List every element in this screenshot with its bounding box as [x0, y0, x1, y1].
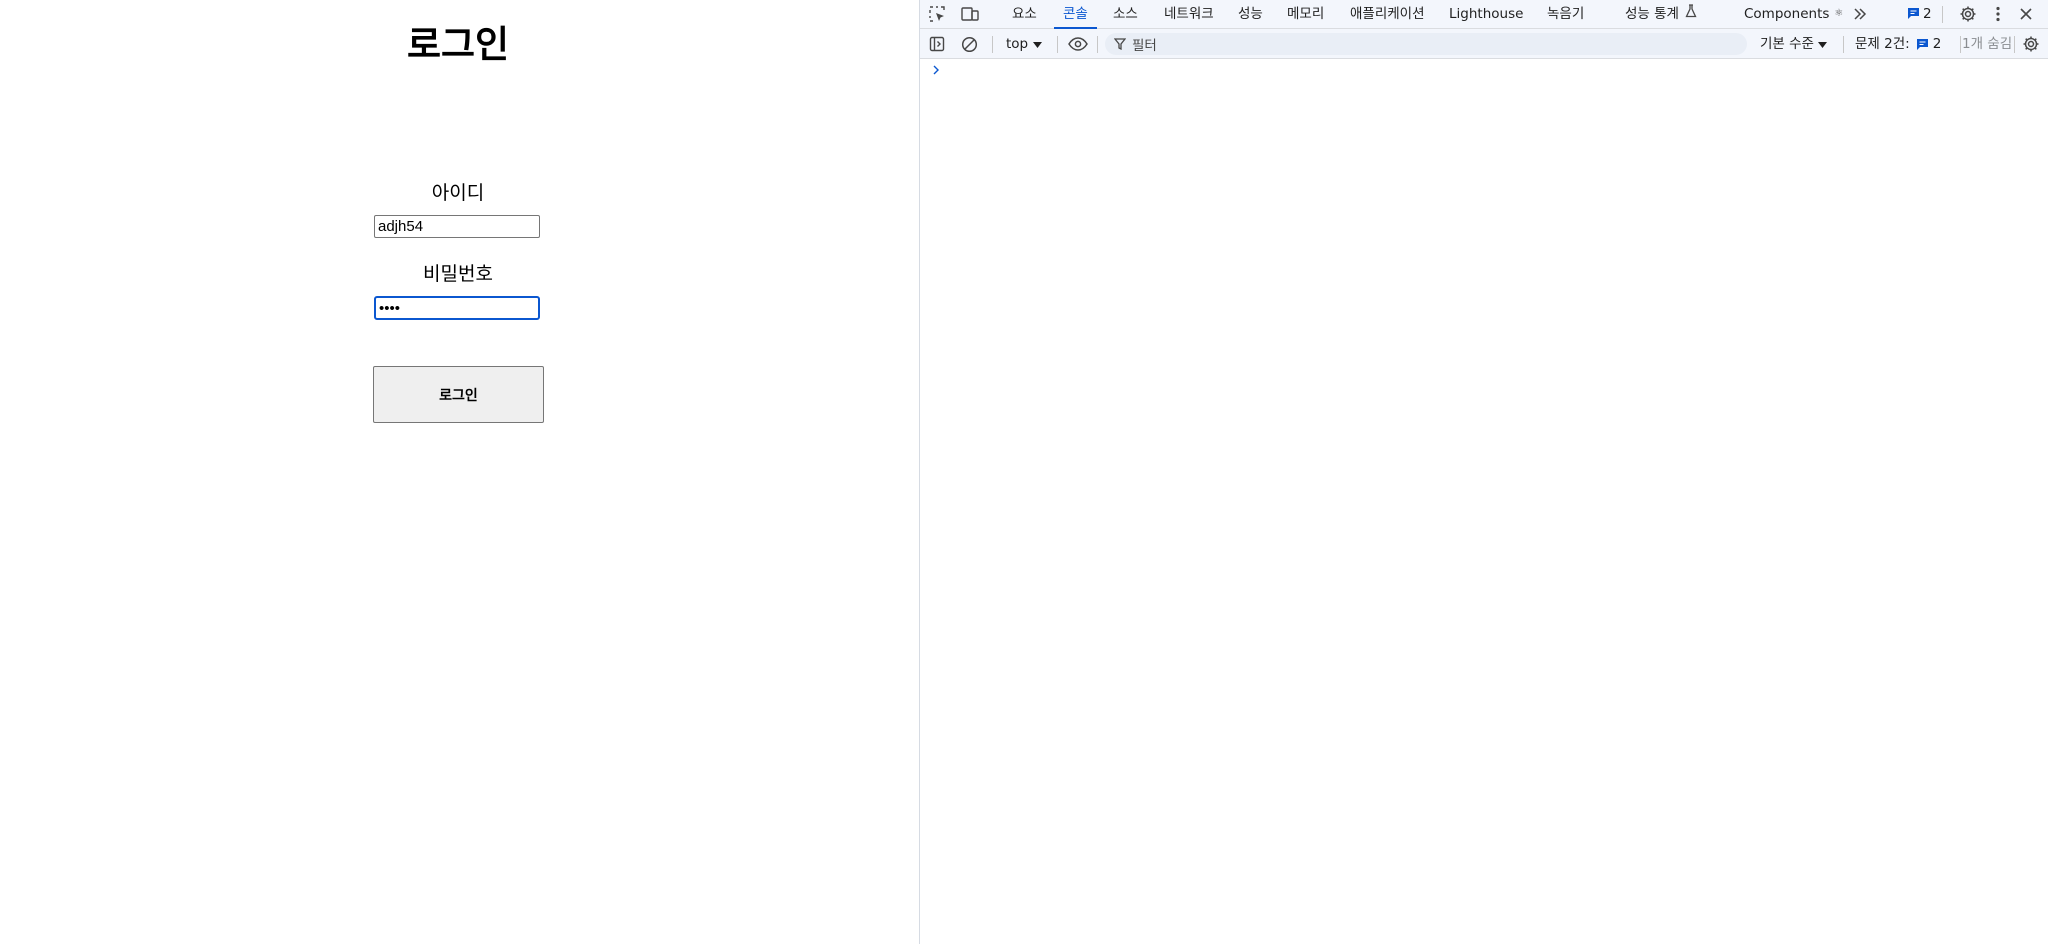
dropdown-arrow-icon: [1817, 35, 1827, 53]
tab-recorder[interactable]: 녹음기: [1547, 0, 1584, 28]
hidden-messages-count: 1개 숨김: [1962, 36, 2013, 52]
tab-lighthouse[interactable]: Lighthouse: [1449, 0, 1523, 28]
page-title: 로그인: [406, 23, 510, 66]
context-selector[interactable]: top: [1006, 35, 1043, 53]
dropdown-arrow-icon: [1033, 35, 1043, 53]
login-button[interactable]: 로그인: [373, 366, 544, 423]
filter-input[interactable]: 필터: [1105, 33, 1747, 55]
toolbar-separator: [2014, 36, 2015, 53]
issues-badge-count: 2: [1923, 6, 1932, 22]
tab-performance-insights-label: 성능 통계: [1625, 6, 1679, 22]
more-tabs-icon[interactable]: [1852, 6, 1868, 22]
tab-application[interactable]: 애플리케이션: [1350, 0, 1425, 28]
id-input[interactable]: [374, 215, 540, 238]
issues-counter-label: 문제 2건:: [1855, 36, 1910, 52]
tab-performance-insights[interactable]: 성능 통계: [1625, 0, 1697, 28]
sidebar-toggle-icon[interactable]: [928, 35, 946, 53]
live-expression-icon[interactable]: [1067, 35, 1089, 53]
tab-memory[interactable]: 메모리: [1287, 0, 1324, 28]
filter-icon: [1114, 38, 1126, 50]
tab-components[interactable]: Components ⚛: [1744, 0, 1843, 28]
issues-counter-count: 2: [1932, 36, 1942, 52]
clear-console-icon[interactable]: [960, 35, 978, 53]
tab-console[interactable]: 콘솔: [1054, 0, 1097, 29]
settings-icon[interactable]: [1959, 5, 1977, 23]
tabbar-separator: [1942, 6, 1943, 23]
devtools-tabbar: 요소 콘솔 소스 네트워크 성능 메모리 애플리케이션 Lighthouse 녹…: [920, 0, 2048, 29]
tab-elements[interactable]: 요소: [1012, 0, 1037, 28]
issues-counter[interactable]: 문제 2건: 2: [1855, 35, 1941, 53]
more-menu-icon[interactable]: [1992, 5, 2004, 23]
device-toolbar-icon[interactable]: [960, 5, 980, 23]
tab-components-label: Components: [1744, 6, 1830, 22]
tab-network[interactable]: 네트워크: [1164, 0, 1214, 28]
tab-sources[interactable]: 소스: [1113, 0, 1138, 28]
toolbar-separator: [1057, 36, 1058, 53]
log-level-selector[interactable]: 기본 수준: [1760, 35, 1827, 53]
password-label: 비밀번호: [423, 263, 493, 285]
toolbar-separator: [1843, 36, 1844, 53]
console-output[interactable]: [920, 59, 2048, 944]
inspect-element-icon[interactable]: [928, 5, 946, 23]
tab-performance[interactable]: 성능: [1238, 0, 1263, 28]
flask-icon: [1685, 0, 1697, 28]
issues-icon: [1916, 38, 1929, 51]
password-input[interactable]: [374, 296, 540, 320]
toolbar-separator: [1960, 36, 1961, 53]
issues-badge[interactable]: 2: [1907, 6, 1932, 22]
prompt-chevron-icon: [932, 63, 940, 79]
id-label: 아이디: [431, 182, 485, 204]
close-icon[interactable]: [2018, 6, 2034, 22]
toolbar-separator: [992, 36, 993, 53]
console-toolbar: top 필터 기본 수준 문제 2건: 2 1개 숨김: [920, 29, 2048, 59]
context-selector-value: top: [1006, 36, 1029, 52]
react-icon: ⚛: [1834, 8, 1844, 19]
filter-placeholder: 필터: [1132, 38, 1157, 54]
toolbar-separator: [1097, 36, 1098, 53]
web-page: 로그인 아이디 비밀번호 로그인: [0, 0, 919, 944]
devtools-panel: 요소 콘솔 소스 네트워크 성능 메모리 애플리케이션 Lighthouse 녹…: [919, 0, 2048, 944]
console-settings-icon[interactable]: [2022, 35, 2040, 53]
issues-icon: [1907, 5, 1920, 24]
log-level-value: 기본 수준: [1760, 36, 1814, 52]
